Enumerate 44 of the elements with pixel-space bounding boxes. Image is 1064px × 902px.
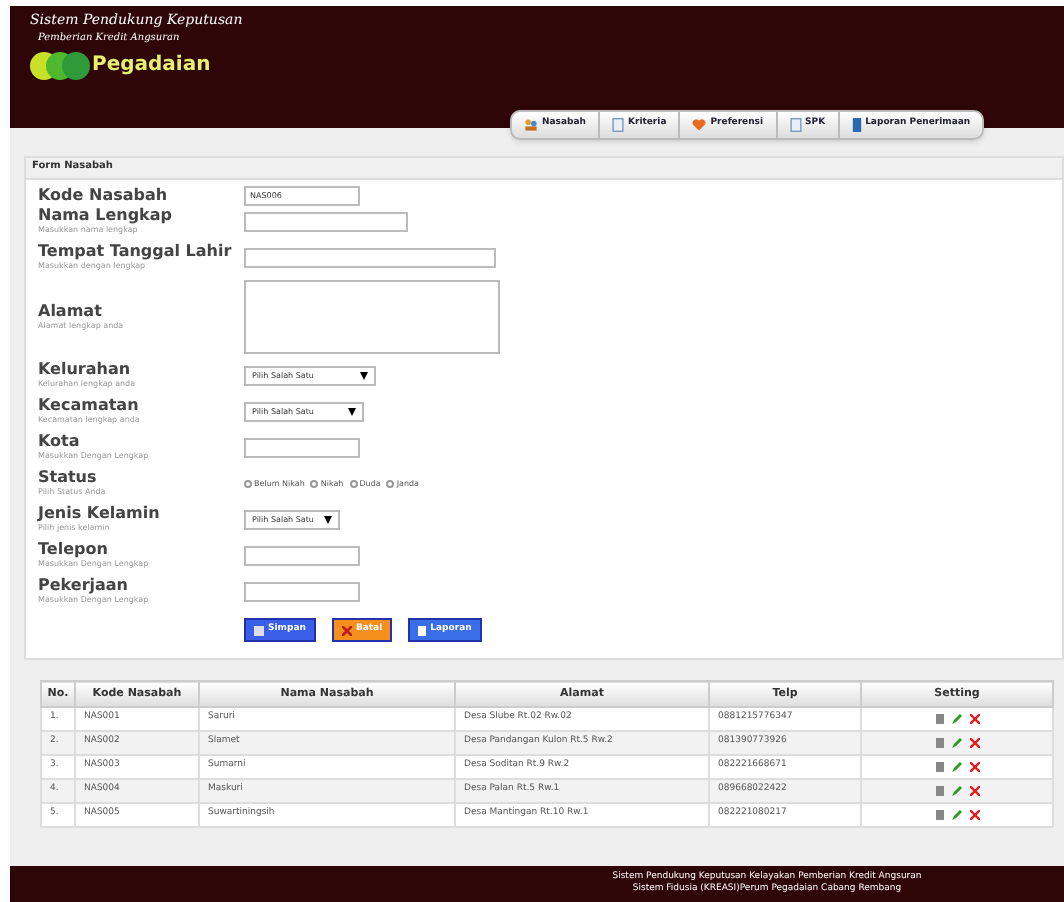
book-icon [851,118,862,132]
text-field[interactable] [244,582,360,602]
caret-icon [348,408,356,416]
trash-icon[interactable] [935,714,943,724]
trash-icon[interactable] [935,762,943,772]
pencil-icon[interactable] [951,786,961,796]
delete-icon[interactable] [969,738,979,748]
field-label: Status [38,470,99,486]
field-label: Kota [38,434,82,450]
field-label: Alamat [38,303,104,319]
text-field[interactable] [244,438,360,458]
pencil-icon[interactable] [951,810,961,820]
pencil-icon[interactable] [951,714,961,724]
field-label: Tempat Tanggal Lahir [38,244,234,260]
pencil-icon[interactable] [951,738,961,748]
document-icon [611,118,624,132]
delete-icon[interactable] [969,810,979,820]
field-label: Kode Nasabah [38,187,170,203]
field-label: Kelurahan [38,362,133,378]
text-area[interactable] [244,280,500,354]
trash-icon[interactable] [935,738,943,748]
field-label: Kecamatan [38,398,141,414]
field-label: Nama Lengkap [38,208,175,224]
heart-icon [692,118,707,132]
field-label: Telepon [38,542,110,558]
trash-icon[interactable] [935,810,943,820]
document-icon [418,625,427,635]
logo-icon [30,51,90,79]
text-field[interactable] [244,248,496,268]
delete-icon[interactable] [969,714,979,724]
text-field[interactable] [244,546,360,566]
field-label: Pekerjaan [38,578,130,594]
caret-icon [360,372,368,380]
trash-icon[interactable] [935,786,943,796]
logo-text: Pegadaian [92,52,211,80]
document-icon [789,118,802,132]
text-field[interactable] [244,212,408,232]
delete-icon[interactable] [969,762,979,772]
delete-icon[interactable] [969,786,979,796]
field-label: Jenis Kelamin [38,506,162,522]
cross-icon [341,625,352,635]
caret-icon [324,516,332,524]
pencil-icon[interactable] [951,762,961,772]
people-icon [524,118,538,132]
